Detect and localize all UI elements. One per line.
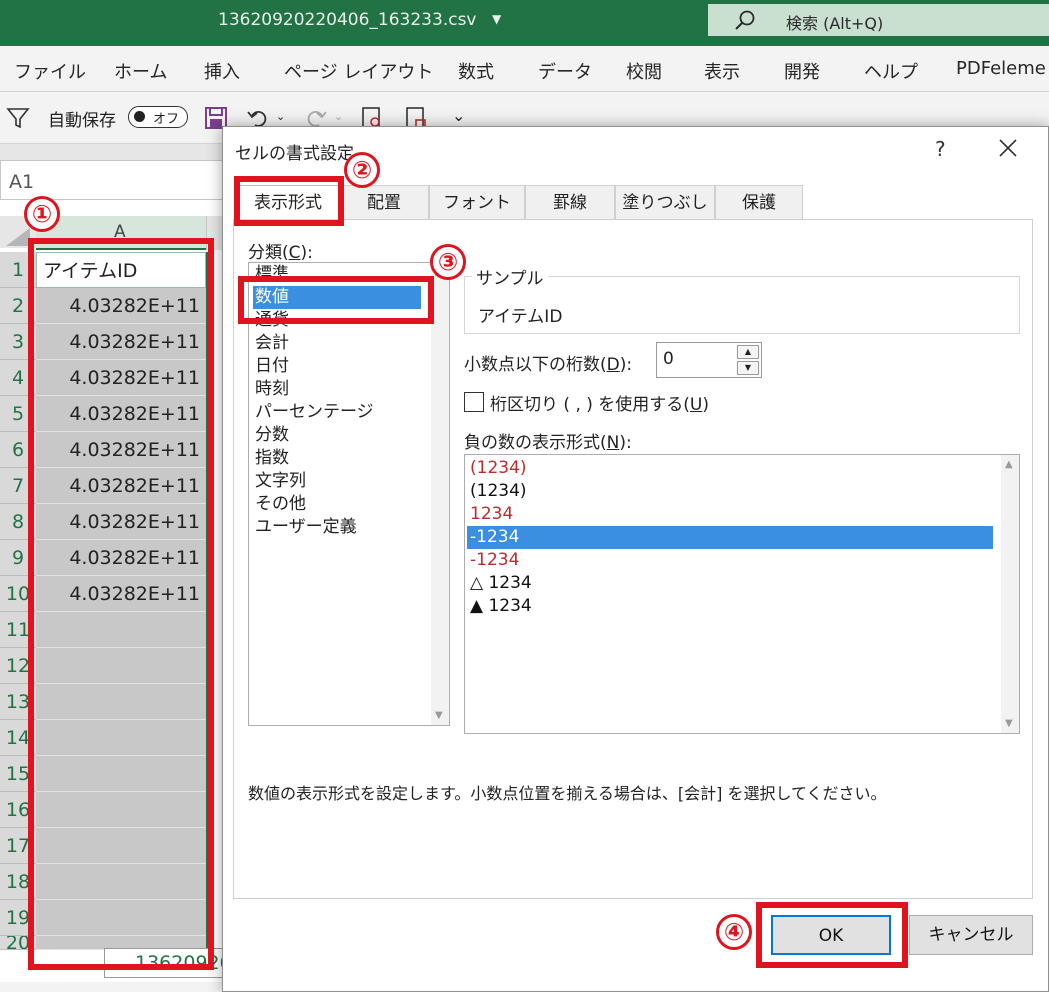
list-item[interactable]: その他 <box>253 493 421 516</box>
name-box[interactable]: A1 <box>0 160 230 200</box>
name-box-value: A1 <box>9 171 35 193</box>
category-scrollbar[interactable]: ▲ ▼ <box>431 263 449 725</box>
ribbon-tabs: ファイル ホーム 挿入 ページ レイアウト 数式 データ 校閲 表示 開発 ヘル… <box>0 46 1049 92</box>
undo-dropdown-icon[interactable]: ⌄ <box>276 110 285 123</box>
decimals-stepper[interactable]: 0 ▲ ▼ <box>656 342 762 378</box>
list-item[interactable]: 文字列 <box>253 470 421 493</box>
list-item[interactable]: 指数 <box>253 447 421 470</box>
list-item[interactable]: ▲ 1234 <box>467 595 993 618</box>
stepper-down-icon[interactable]: ▼ <box>737 361 759 375</box>
tab-font[interactable]: フォント <box>429 185 525 221</box>
decimals-value[interactable]: 0 <box>663 349 674 369</box>
list-item[interactable]: -1234 <box>467 526 993 549</box>
format-cells-dialog: セルの書式設定 ? 表示形式 配置 フォント 罫線 塗りつぶし 保護 分類(C)… <box>222 126 1049 992</box>
redo-dropdown-icon[interactable]: ⌄ <box>334 110 343 123</box>
tab-review[interactable]: 校閲 <box>626 58 662 84</box>
list-item[interactable]: パーセンテージ <box>253 401 421 424</box>
step-badge-1: ① <box>24 196 60 232</box>
tab-page-layout[interactable]: ページ レイアウト <box>284 58 433 84</box>
annotation-box-column-a <box>28 238 214 970</box>
category-list[interactable]: 標準 数値 通貨 会計 日付 時刻 パーセンテージ 分数 指数 文字列 その他 … <box>248 262 450 726</box>
negative-format-label: 負の数の表示形式(N): <box>464 433 632 453</box>
tab-border[interactable]: 罫線 <box>525 185 615 221</box>
tab-file[interactable]: ファイル <box>14 58 86 84</box>
list-item[interactable]: -1234 <box>467 549 993 572</box>
list-item[interactable]: 分数 <box>253 424 421 447</box>
list-item[interactable]: (1234) <box>467 457 993 480</box>
search-box[interactable]: 検索 (Alt+Q) <box>708 4 1049 36</box>
tab-protection[interactable]: 保護 <box>715 185 803 221</box>
tab-help[interactable]: ヘルプ <box>864 58 918 84</box>
stepper-up-icon[interactable]: ▲ <box>737 345 759 359</box>
tab-data[interactable]: データ <box>538 58 592 84</box>
list-item[interactable]: 日付 <box>253 355 421 378</box>
close-icon[interactable] <box>997 137 1019 159</box>
list-item[interactable]: 1234 <box>467 503 993 526</box>
decimals-label: 小数点以下の桁数(D): <box>464 355 633 375</box>
tab-view[interactable]: 表示 <box>704 58 740 84</box>
select-all-triangle-icon <box>6 228 30 246</box>
tab-formulas[interactable]: 数式 <box>458 58 494 84</box>
list-item[interactable]: ユーザー定義 <box>253 516 421 539</box>
thousands-separator-checkbox[interactable] <box>464 392 484 412</box>
annotation-box-ok-button <box>756 902 908 968</box>
tab-home[interactable]: ホーム <box>114 58 167 84</box>
scroll-down-icon[interactable]: ▼ <box>1005 718 1013 729</box>
autosave-toggle[interactable]: オフ <box>128 106 188 128</box>
cancel-button[interactable]: キャンセル <box>909 915 1033 955</box>
tab-fill[interactable]: 塗りつぶし <box>615 185 715 221</box>
list-item[interactable]: 会計 <box>253 332 421 355</box>
customize-toolbar-icon[interactable]: ⌄ <box>452 106 465 125</box>
help-button[interactable]: ? <box>935 137 946 161</box>
chevron-down-icon[interactable]: ▼ <box>492 12 501 26</box>
negative-format-scrollbar[interactable]: ▲ ▼ <box>1001 455 1019 733</box>
list-item[interactable]: △ 1234 <box>467 572 993 595</box>
annotation-box-number-tab <box>234 176 344 226</box>
step-badge-4: ④ <box>716 914 752 950</box>
search-placeholder: 検索 (Alt+Q) <box>786 14 884 33</box>
sample-label: サンプル <box>472 264 548 289</box>
annotation-box-number-category <box>238 276 434 324</box>
title-bar: 13620920220406_163233.csv ▼ 検索 (Alt+Q) <box>0 0 1049 46</box>
dialog-title: セルの書式設定 <box>235 144 354 164</box>
toggle-label: オフ <box>153 112 180 127</box>
step-badge-3: ③ <box>430 244 466 280</box>
file-name[interactable]: 13620920220406_163233.csv <box>218 10 477 30</box>
tab-alignment[interactable]: 配置 <box>339 185 429 221</box>
category-label: 分類(C): <box>248 243 313 263</box>
list-item[interactable]: 時刻 <box>253 378 421 401</box>
format-description: 数値の表示形式を設定します。小数点位置を揃える場合は、[会計] を選択してくださ… <box>248 784 887 803</box>
toggle-knob <box>134 111 145 122</box>
scroll-down-icon[interactable]: ▼ <box>435 710 443 721</box>
stepper-buttons: ▲ ▼ <box>737 345 759 375</box>
step-badge-2: ② <box>344 152 380 188</box>
sample-value: アイテムID <box>478 307 563 327</box>
tab-developer[interactable]: 開発 <box>784 58 820 84</box>
list-item[interactable]: (1234) <box>467 480 993 503</box>
thousands-separator-label: 桁区切り ( , ) を使用する(U) <box>490 395 710 415</box>
autosave-label: 自動保存 <box>48 111 116 131</box>
negative-format-list[interactable]: (1234) (1234) 1234 -1234 -1234 △ 1234 ▲ … <box>464 454 1020 734</box>
search-icon <box>735 10 755 30</box>
scroll-up-icon[interactable]: ▲ <box>1005 459 1013 470</box>
filter-icon[interactable] <box>6 106 30 130</box>
tab-pdfelement[interactable]: PDFeleme <box>956 58 1046 79</box>
tab-insert[interactable]: 挿入 <box>204 58 240 84</box>
